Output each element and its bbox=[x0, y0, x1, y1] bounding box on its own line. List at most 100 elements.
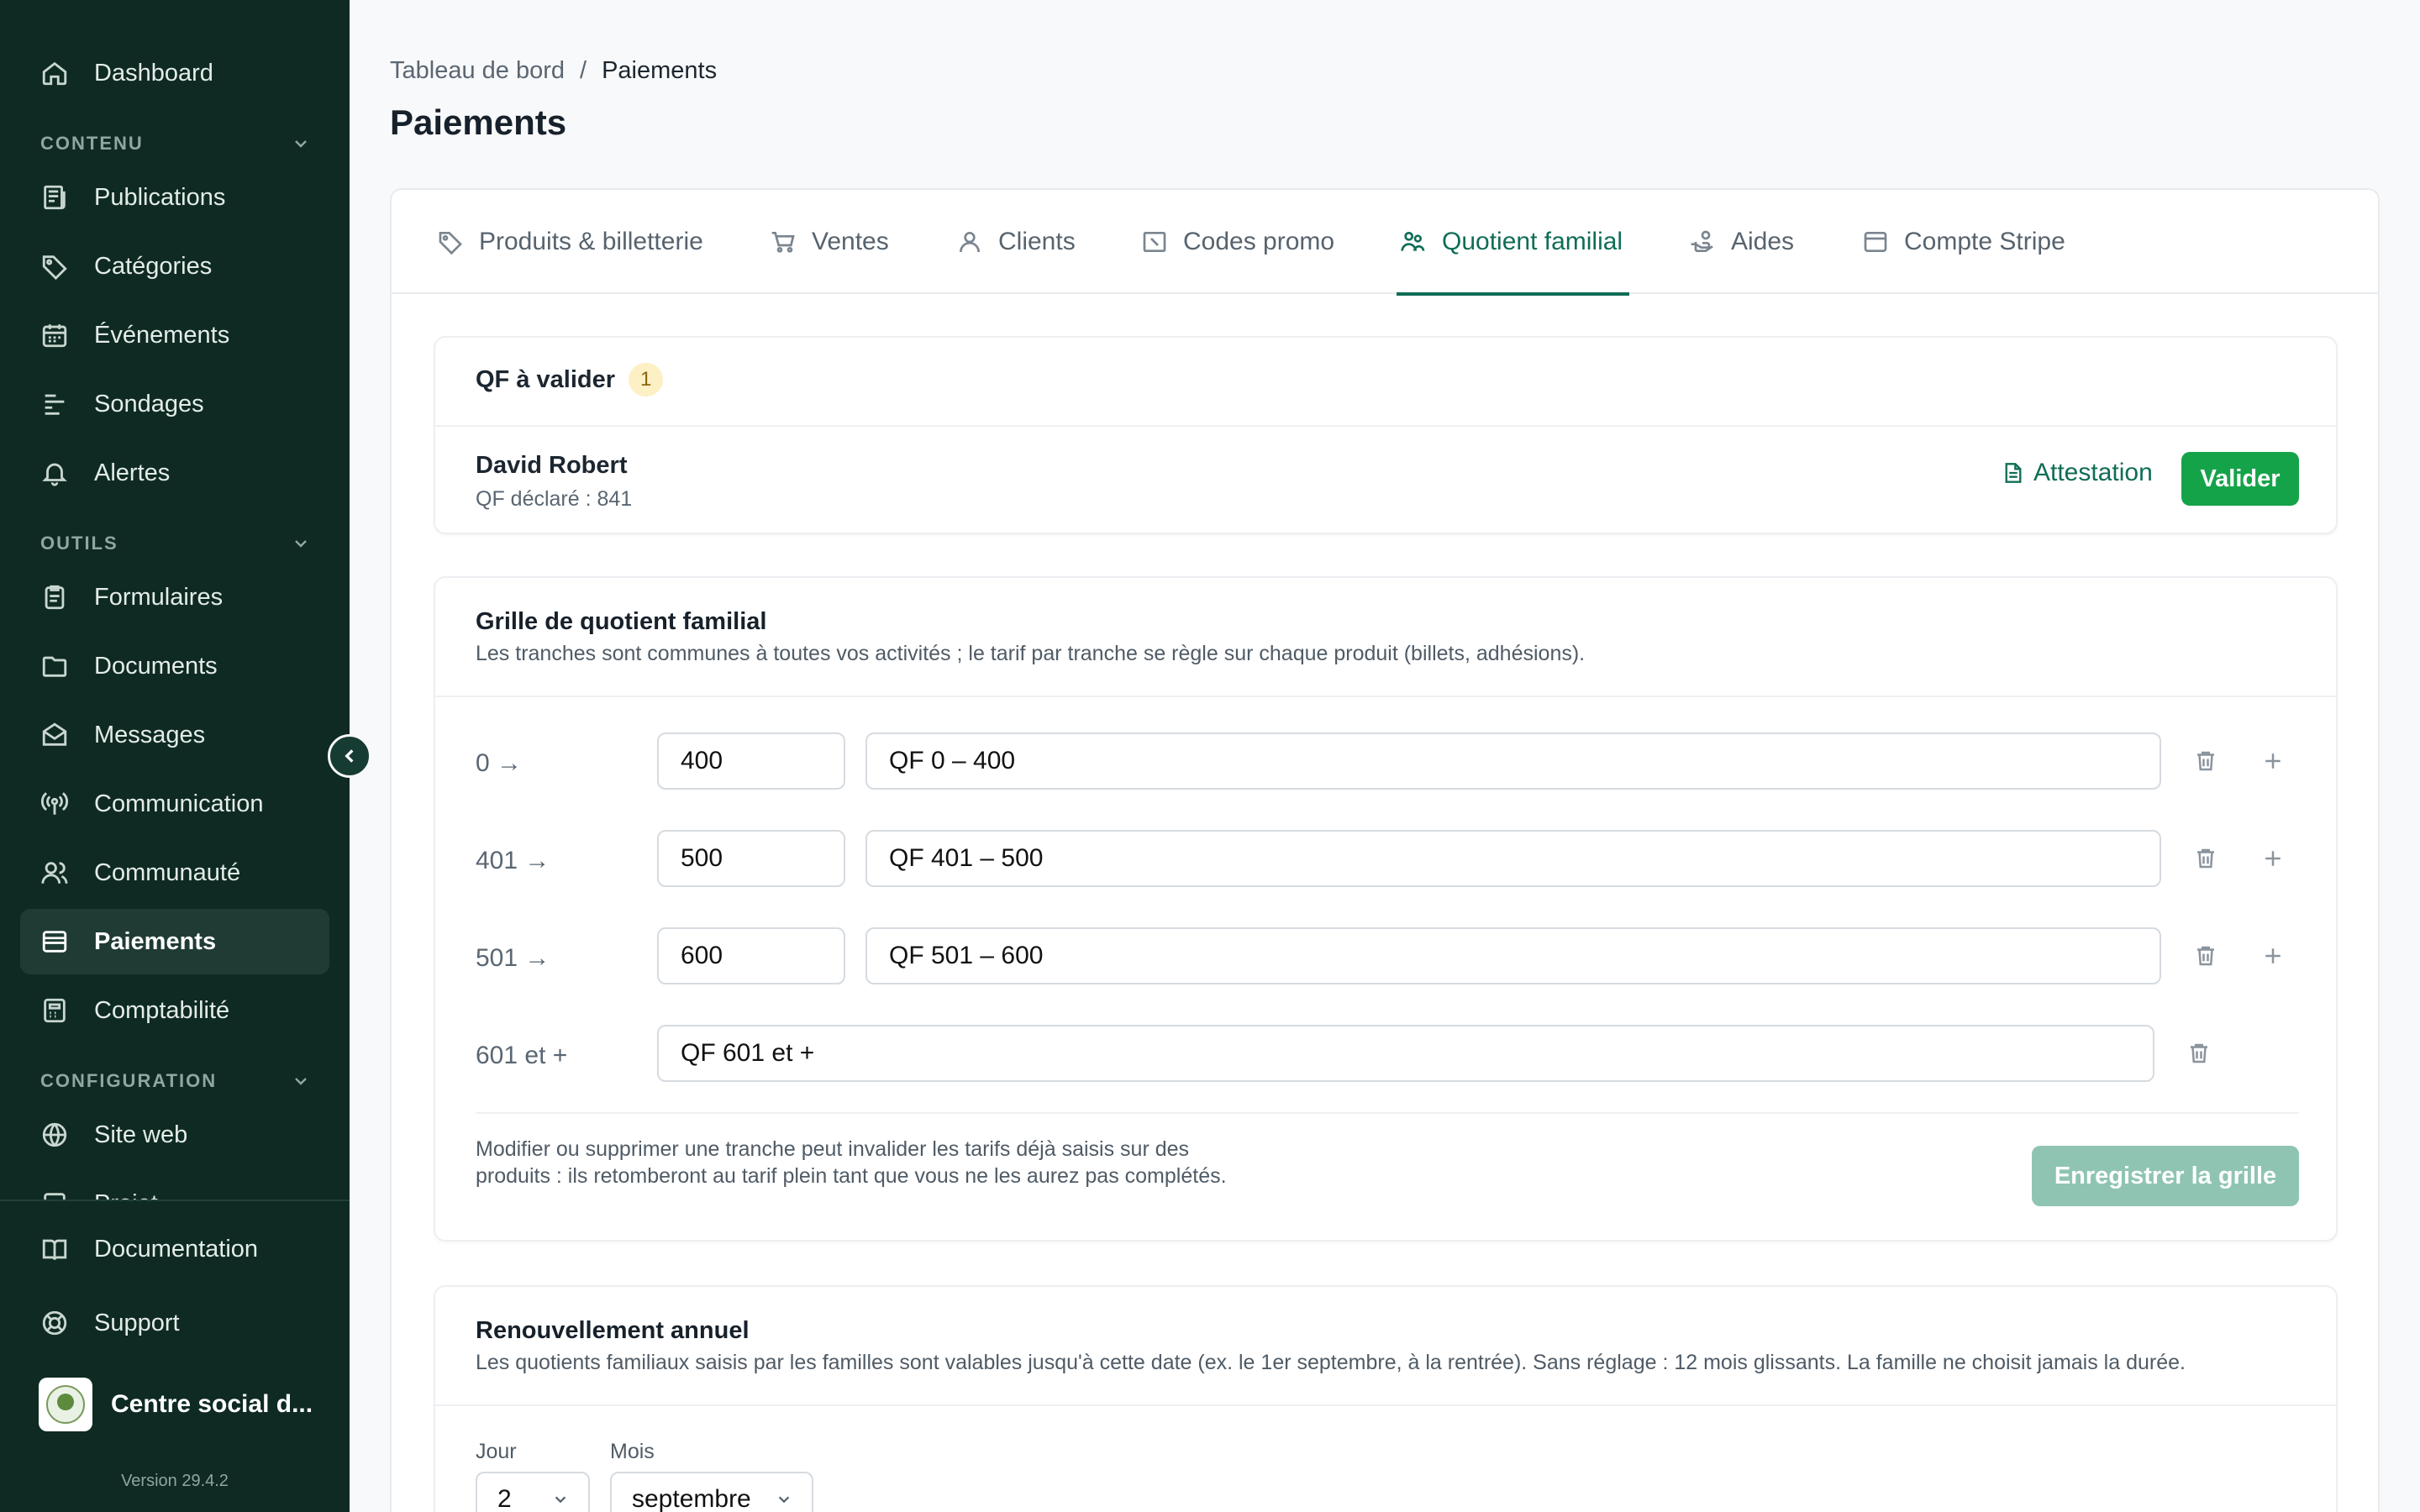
tranche-label-input[interactable]: QF 0 – 400 bbox=[865, 732, 2161, 790]
tranche-max-input[interactable]: 400 bbox=[657, 732, 845, 790]
delete-tranche-button[interactable] bbox=[2193, 748, 2218, 774]
calendar-icon bbox=[40, 321, 69, 349]
tranche-label-input[interactable]: QF 401 – 500 bbox=[865, 830, 2161, 887]
sidebar-item-label: Sondages bbox=[94, 390, 204, 417]
add-tranche-button[interactable] bbox=[2260, 943, 2286, 969]
sidebar-item-label: Paiements bbox=[94, 927, 217, 955]
bell-icon bbox=[40, 459, 69, 487]
clipboard-icon bbox=[40, 583, 69, 612]
divider bbox=[476, 1112, 2299, 1114]
tab-ventes[interactable]: Ventes bbox=[770, 190, 889, 294]
breadcrumb: Tableau de bord / Paiements bbox=[390, 57, 717, 85]
home-icon bbox=[40, 59, 69, 87]
sidebar-item-alertes[interactable]: Alertes bbox=[20, 440, 329, 506]
project-icon bbox=[40, 1189, 69, 1200]
sidebar-item-categories[interactable]: Catégories bbox=[20, 234, 329, 299]
delete-tranche-button[interactable] bbox=[2193, 846, 2218, 871]
broadcast-icon bbox=[40, 790, 69, 818]
sidebar-item-projet[interactable]: Projet bbox=[20, 1171, 329, 1200]
delete-tranche-button[interactable] bbox=[2186, 1041, 2212, 1066]
divider bbox=[435, 425, 2336, 427]
newspaper-icon bbox=[40, 183, 69, 212]
divider bbox=[435, 1404, 2336, 1406]
sidebar-item-dashboard[interactable]: Dashboard bbox=[20, 40, 329, 106]
sidebar-collapse-button[interactable] bbox=[328, 734, 371, 778]
chevron-left-icon bbox=[345, 749, 354, 763]
tab-clients[interactable]: Clients bbox=[956, 190, 1076, 294]
section-title-outils[interactable]: OUTILS bbox=[40, 531, 309, 556]
plus-icon bbox=[2265, 948, 2281, 963]
organization-logo bbox=[39, 1378, 92, 1431]
tranche-label-input[interactable]: QF 501 – 600 bbox=[865, 927, 2161, 984]
sidebar-item-messages[interactable]: Messages bbox=[20, 702, 329, 768]
sidebar-item-communaute[interactable]: Communauté bbox=[20, 840, 329, 906]
sidebar-item-communication[interactable]: Communication bbox=[20, 771, 329, 837]
tab-compte-stripe[interactable]: Compte Stripe bbox=[1862, 190, 2065, 294]
tag-icon bbox=[40, 252, 69, 281]
section-title-configuration[interactable]: CONFIGURATION bbox=[40, 1068, 309, 1094]
calculator-icon bbox=[40, 996, 69, 1025]
tree-logo-icon bbox=[46, 1385, 85, 1424]
trash-icon bbox=[2191, 1043, 2207, 1063]
tab-aides[interactable]: Aides bbox=[1689, 190, 1794, 294]
day-select-value: 2 bbox=[497, 1485, 512, 1512]
sidebar-item-label: Formulaires bbox=[94, 583, 224, 611]
book-icon bbox=[40, 1235, 69, 1263]
month-select[interactable]: septembre bbox=[610, 1472, 813, 1512]
hand-coins-icon bbox=[1689, 228, 1716, 255]
payments-panel: Produits & billetterie Ventes Clients Co… bbox=[390, 188, 2380, 1512]
app-version: Version 29.4.2 bbox=[121, 1472, 229, 1490]
sidebar-item-label: Publications bbox=[94, 183, 226, 211]
sidebar-item-label: Support bbox=[94, 1309, 180, 1336]
add-tranche-button[interactable] bbox=[2260, 748, 2286, 774]
grid-warning-text: Modifier ou supprimer une tranche peut i… bbox=[476, 1137, 1227, 1188]
sidebar-item-label: Catégories bbox=[94, 252, 213, 280]
validate-button[interactable]: Valider bbox=[2181, 452, 2299, 506]
sidebar-item-formulaires[interactable]: Formulaires bbox=[20, 564, 329, 630]
tab-bar: Produits & billetterie Ventes Clients Co… bbox=[392, 190, 2378, 296]
tranche-label-input[interactable]: QF 601 et + bbox=[657, 1025, 2154, 1082]
section-title-contenu[interactable]: CONTENU bbox=[40, 131, 309, 156]
folder-icon bbox=[40, 652, 69, 680]
tranche-from-label: 401 → bbox=[476, 847, 550, 874]
organization-switcher[interactable]: Centre social d... bbox=[39, 1378, 324, 1431]
lifebuoy-icon bbox=[40, 1309, 69, 1337]
tab-codes-promo[interactable]: Codes promo bbox=[1141, 190, 1334, 294]
sidebar-item-documents[interactable]: Documents bbox=[20, 633, 329, 699]
add-tranche-button[interactable] bbox=[2260, 846, 2286, 871]
mail-icon bbox=[40, 721, 69, 749]
sidebar-item-site-web[interactable]: Site web bbox=[20, 1102, 329, 1168]
renewal-title: Renouvellement annuel bbox=[476, 1317, 750, 1344]
grid-title: Grille de quotient familial bbox=[476, 608, 767, 635]
sidebar-item-publications[interactable]: Publications bbox=[20, 165, 329, 230]
tab-produits-billetterie[interactable]: Produits & billetterie bbox=[437, 190, 703, 294]
qf-pending-header: QF à valider 1 bbox=[476, 363, 664, 396]
trash-icon bbox=[2197, 848, 2214, 869]
cart-icon bbox=[770, 228, 797, 255]
document-icon bbox=[2005, 463, 2022, 483]
card-icon bbox=[40, 927, 69, 956]
save-grid-button[interactable]: Enregistrer la grille bbox=[2032, 1146, 2299, 1206]
sidebar-item-evenements[interactable]: Événements bbox=[20, 302, 329, 368]
attestation-link[interactable]: Attestation bbox=[2003, 459, 2153, 487]
tab-label: Produits & billetterie bbox=[479, 228, 703, 255]
sidebar-item-comptabilite[interactable]: Comptabilité bbox=[20, 978, 329, 1043]
sidebar-item-paiements[interactable]: Paiements bbox=[20, 909, 329, 974]
sidebar-item-label: Projet bbox=[94, 1190, 158, 1200]
sidebar-item-support[interactable]: Support bbox=[20, 1290, 329, 1356]
sidebar-item-documentation[interactable]: Documentation bbox=[20, 1216, 329, 1282]
breadcrumb-current: Paiements bbox=[602, 57, 718, 84]
trash-icon bbox=[2197, 946, 2214, 966]
tab-quotient-familial[interactable]: Quotient familial bbox=[1396, 190, 1630, 296]
divider bbox=[435, 696, 2336, 697]
sidebar-nav: Dashboard CONTENU Publications Catégorie… bbox=[0, 0, 350, 1200]
section-label: CONFIGURATION bbox=[40, 1070, 218, 1091]
tranche-max-input[interactable]: 500 bbox=[657, 830, 845, 887]
tranche-max-input[interactable]: 600 bbox=[657, 927, 845, 984]
breadcrumb-root-link[interactable]: Tableau de bord bbox=[390, 57, 565, 85]
day-select[interactable]: 2 bbox=[476, 1472, 590, 1512]
renewal-description: Les quotients familiaux saisis par les f… bbox=[476, 1351, 2186, 1374]
page-title: Paiements bbox=[390, 102, 567, 142]
delete-tranche-button[interactable] bbox=[2193, 943, 2218, 969]
sidebar-item-sondages[interactable]: Sondages bbox=[20, 371, 329, 437]
